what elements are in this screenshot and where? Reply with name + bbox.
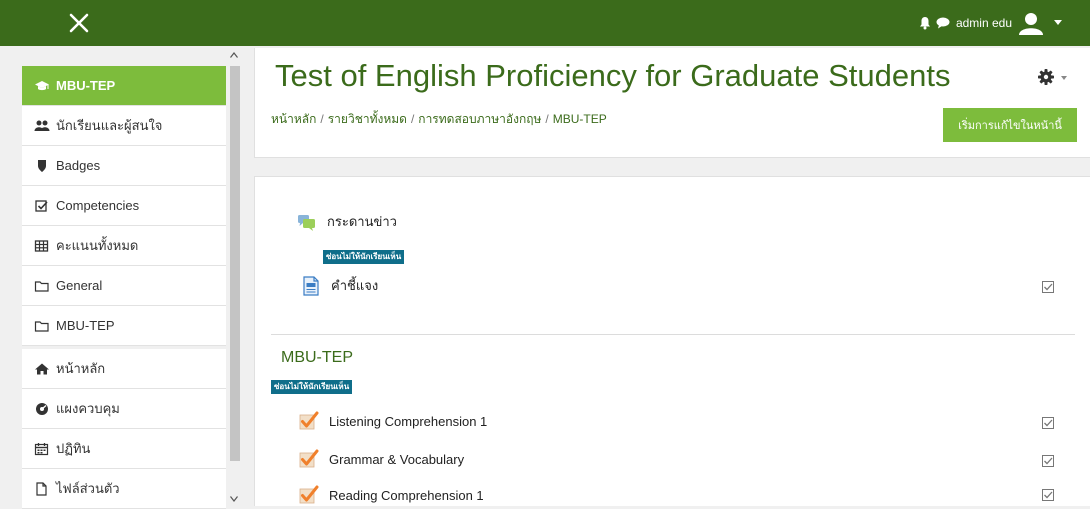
sidebar-item-label: MBU-TEP bbox=[56, 78, 116, 93]
sidebar-item-label: MBU-TEP bbox=[56, 318, 115, 333]
close-icon[interactable] bbox=[68, 12, 90, 34]
user-avatar-icon[interactable] bbox=[1018, 10, 1044, 36]
breadcrumb: หน้าหลัก / รายวิชาทั้งหมด / การทดสอบภาษาอังก… bbox=[271, 110, 607, 129]
breadcrumb-home[interactable]: หน้าหลัก bbox=[271, 112, 316, 126]
course-content: กระดานข่าว ซ่อนไม่ให้นักเรียนเห็น คำชี้แ… bbox=[254, 176, 1090, 506]
activity-quiz-reading[interactable]: Reading Comprehension 1 bbox=[299, 485, 484, 505]
calendar-icon bbox=[34, 442, 49, 455]
dashboard-icon bbox=[36, 402, 48, 415]
caret-down-icon[interactable] bbox=[1061, 76, 1067, 80]
shield-icon bbox=[38, 159, 46, 172]
folder-icon bbox=[34, 320, 49, 332]
sidebar-item-mbu-tep-section[interactable]: MBU-TEP bbox=[22, 306, 226, 346]
graduation-cap-icon bbox=[35, 80, 49, 90]
sidebar-nav: MBU-TEP นักเรียนและผู้สนใจ Badges Compet… bbox=[22, 66, 226, 509]
activity-label[interactable]: Reading Comprehension 1 bbox=[329, 488, 484, 503]
activity-quiz-grammar[interactable]: Grammar & Vocabulary bbox=[299, 449, 464, 469]
scroll-down-arrow-icon[interactable] bbox=[230, 496, 238, 502]
user-name[interactable]: admin edu bbox=[956, 16, 1012, 30]
page-header: Test of English Proficiency for Graduate… bbox=[254, 48, 1090, 158]
file-icon bbox=[36, 481, 47, 496]
breadcrumb-all-courses[interactable]: รายวิชาทั้งหมด bbox=[328, 112, 407, 126]
scroll-up-arrow-icon[interactable] bbox=[230, 52, 238, 58]
activity-label[interactable]: คำชี้แจง bbox=[331, 275, 378, 296]
activity-forum[interactable]: กระดานข่าว bbox=[297, 211, 397, 232]
users-icon bbox=[34, 120, 50, 131]
sidebar-item-home[interactable]: หน้าหลัก bbox=[22, 349, 226, 389]
quiz-icon bbox=[299, 411, 319, 430]
quiz-icon bbox=[299, 485, 319, 504]
completion-checkbox-icon[interactable] bbox=[1042, 281, 1054, 293]
sidebar-item-label: แผงควบคุม bbox=[56, 401, 120, 416]
completion-checkbox-icon[interactable] bbox=[1042, 489, 1054, 501]
breadcrumb-separator: / bbox=[545, 112, 549, 126]
breadcrumb-separator: / bbox=[320, 112, 324, 126]
sidebar-item-label: ปฏิทิน bbox=[56, 441, 91, 456]
top-navbar: admin edu bbox=[0, 0, 1090, 46]
breadcrumb-separator: / bbox=[410, 112, 415, 126]
check-square-icon bbox=[35, 199, 48, 212]
gear-icon[interactable] bbox=[1037, 68, 1055, 86]
scrollbar-thumb[interactable] bbox=[230, 66, 240, 461]
chat-icon[interactable] bbox=[936, 17, 950, 29]
sidebar-item-label: General bbox=[56, 278, 103, 293]
sidebar-item-participants[interactable]: นักเรียนและผู้สนใจ bbox=[22, 106, 226, 146]
hidden-from-students-badge: ซ่อนไม่ให้นักเรียนเห็น bbox=[323, 250, 405, 264]
sidebar-item-dashboard[interactable]: แผงควบคุม bbox=[22, 389, 226, 429]
section-hidden-badge: ซ่อนไม่ให้นักเรียนเห็น bbox=[271, 380, 353, 394]
sidebar-item-grades[interactable]: คะแนนทั้งหมด bbox=[22, 226, 226, 266]
sidebar-item-label: Competencies bbox=[56, 198, 140, 213]
user-menu[interactable]: admin edu bbox=[918, 10, 1062, 36]
activity-instructions[interactable]: คำชี้แจง bbox=[301, 275, 378, 296]
sidebar-item-label: ไฟล์ส่วนตัว bbox=[56, 481, 120, 496]
quiz-icon bbox=[299, 449, 319, 468]
folder-icon bbox=[34, 280, 49, 292]
caret-down-icon[interactable] bbox=[1054, 20, 1062, 26]
sidebar-item-competencies[interactable]: Competencies bbox=[22, 186, 226, 226]
completion-checkbox-icon[interactable] bbox=[1042, 455, 1054, 467]
page-title: Test of English Proficiency for Graduate… bbox=[275, 58, 951, 93]
breadcrumb-course[interactable]: MBU-TEP bbox=[553, 112, 607, 126]
completion-checkbox-icon[interactable] bbox=[1042, 417, 1054, 429]
activity-label[interactable]: กระดานข่าว bbox=[327, 211, 397, 232]
section-title: MBU-TEP bbox=[281, 349, 353, 366]
home-icon bbox=[35, 363, 49, 374]
activity-quiz-listening[interactable]: Listening Comprehension 1 bbox=[299, 411, 487, 431]
activity-label[interactable]: Grammar & Vocabulary bbox=[329, 452, 464, 467]
page-document-icon bbox=[303, 275, 319, 296]
sidebar-item-badges[interactable]: Badges bbox=[22, 146, 226, 186]
breadcrumb-category[interactable]: การทดสอบภาษาอังกฤษ bbox=[418, 112, 541, 126]
sidebar-item-mbu-tep-course[interactable]: MBU-TEP bbox=[22, 66, 226, 106]
bell-icon[interactable] bbox=[918, 16, 932, 30]
sidebar-item-general[interactable]: General bbox=[22, 266, 226, 306]
activity-label[interactable]: Listening Comprehension 1 bbox=[329, 414, 487, 429]
turn-editing-on-button[interactable]: เริ่มการแก้ไขในหน้านี้ bbox=[943, 108, 1077, 142]
section-divider bbox=[271, 334, 1075, 335]
sidebar-scrollbar[interactable] bbox=[226, 48, 242, 503]
forum-icon bbox=[298, 214, 315, 231]
table-icon bbox=[34, 239, 49, 252]
sidebar-item-label: Badges bbox=[56, 158, 101, 173]
sidebar-item-private-files[interactable]: ไฟล์ส่วนตัว bbox=[22, 469, 226, 509]
sidebar-item-label: นักเรียนและผู้สนใจ bbox=[56, 118, 163, 133]
sidebar-item-label: หน้าหลัก bbox=[56, 361, 106, 376]
sidebar-item-calendar[interactable]: ปฏิทิน bbox=[22, 429, 226, 469]
sidebar-item-label: คะแนนทั้งหมด bbox=[56, 238, 139, 253]
